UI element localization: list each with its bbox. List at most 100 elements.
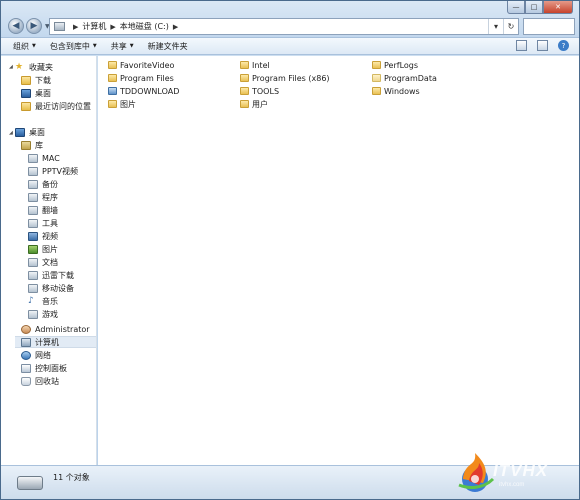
breadcrumb-computer[interactable]: 计算机 xyxy=(82,21,106,32)
nav-network[interactable]: 网络 xyxy=(21,349,96,361)
folder-icon xyxy=(372,61,381,69)
search-input[interactable] xyxy=(523,18,575,35)
view-controls: ? xyxy=(516,40,569,51)
nav-label: 桌面 xyxy=(29,127,45,137)
navigation-pane: ◢ ★ 收藏夹 下载 桌面 最近访问的位置 ◢ 桌面 库 MAC PPTV视频 … xyxy=(1,56,97,465)
folder-item[interactable]: TOOLS xyxy=(240,85,279,97)
breadcrumb-separator[interactable]: ▶ xyxy=(73,23,78,31)
nav-library-item[interactable]: 迅雷下载 xyxy=(28,269,96,281)
folder-item[interactable]: Windows xyxy=(372,85,420,97)
downloads-folder-icon xyxy=(21,75,31,85)
folder-item[interactable]: Intel xyxy=(240,59,270,71)
nav-library-item[interactable]: 视频 xyxy=(28,230,96,242)
chevron-down-icon: ▼ xyxy=(32,43,36,49)
back-arrow-icon: ◀ xyxy=(12,21,20,31)
folder-item[interactable]: Program Files xyxy=(108,72,174,84)
new-folder-button[interactable]: 新建文件夹 xyxy=(148,41,188,52)
nav-favorites[interactable]: ★ 收藏夹 xyxy=(15,61,96,73)
nav-library-item[interactable]: 备份 xyxy=(28,178,96,190)
nav-recycle-bin[interactable]: 回收站 xyxy=(21,375,96,387)
nav-label: 音乐 xyxy=(42,296,58,306)
hard-drive-icon xyxy=(17,475,43,490)
folder-item[interactable]: 图片 xyxy=(108,98,136,110)
refresh-icon: ↻ xyxy=(507,22,515,31)
nav-library-item[interactable]: 文档 xyxy=(28,256,96,268)
recycle-bin-icon xyxy=(21,376,31,386)
share-menu[interactable]: 共享 ▼ xyxy=(111,41,134,52)
forward-button[interactable]: ▶ xyxy=(26,18,42,34)
nav-library-item[interactable]: 翻墙 xyxy=(28,204,96,216)
nav-label: MAC xyxy=(42,153,60,163)
expand-arrow-icon[interactable]: ◢ xyxy=(9,64,13,70)
folder-name: ProgramData xyxy=(384,73,437,83)
nav-library-item[interactable]: 移动设备 xyxy=(28,282,96,294)
command-bar: 组织 ▼ 包含到库中 ▼ 共享 ▼ 新建文件夹 ? xyxy=(1,37,579,55)
nav-library[interactable]: 库 xyxy=(21,139,96,151)
nav-user[interactable]: Administrator xyxy=(21,323,96,335)
nav-item-recent-places[interactable]: 最近访问的位置 xyxy=(21,100,96,112)
nav-item-desktop-favorite[interactable]: 桌面 xyxy=(21,87,96,99)
breadcrumb-separator[interactable]: ▶ xyxy=(110,23,115,31)
item-count: 11 个对象 xyxy=(53,473,90,482)
nav-label: 移动设备 xyxy=(42,283,74,293)
folder-icon xyxy=(108,74,117,82)
folder-name: FavoriteVideo xyxy=(120,60,175,70)
folder-item[interactable]: ProgramData xyxy=(372,72,437,84)
nav-label: 图片 xyxy=(42,244,58,254)
breadcrumb-separator[interactable]: ▶ xyxy=(173,23,178,31)
nav-item-downloads[interactable]: 下载 xyxy=(21,74,96,86)
organize-menu[interactable]: 组织 ▼ xyxy=(13,41,36,52)
desktop-icon xyxy=(21,88,31,98)
address-dropdown-button[interactable]: ▾ xyxy=(488,19,503,34)
folder-name: Program Files (x86) xyxy=(252,73,330,83)
nav-label: 游戏 xyxy=(42,309,58,319)
back-button[interactable]: ◀ xyxy=(8,18,24,34)
folder-name: 用户 xyxy=(252,99,268,109)
folder-item[interactable]: FavoriteVideo xyxy=(108,59,174,71)
maximize-button[interactable]: □ xyxy=(525,1,543,14)
expand-arrow-icon[interactable]: ◢ xyxy=(9,130,13,136)
help-icon[interactable]: ? xyxy=(558,40,569,51)
folder-name: TDDOWNLOAD xyxy=(120,86,180,96)
folder-name: Intel xyxy=(252,60,270,70)
folder-icon xyxy=(240,100,249,108)
folder-item[interactable]: PerfLogs xyxy=(372,59,418,71)
close-button[interactable]: ✕ xyxy=(543,1,573,14)
folder-item[interactable]: 用户 xyxy=(240,98,268,110)
nav-label: 程序 xyxy=(42,192,58,202)
preview-pane-icon[interactable] xyxy=(537,40,548,51)
watermark-brand: ITVHX xyxy=(493,461,549,480)
nav-label: 最近访问的位置 xyxy=(35,101,91,111)
nav-label: 计算机 xyxy=(35,337,59,347)
desktop-icon xyxy=(15,127,25,137)
folder-item[interactable]: TDDOWNLOAD xyxy=(108,85,179,97)
refresh-button[interactable]: ↻ xyxy=(503,19,518,34)
nav-library-item[interactable]: 图片 xyxy=(28,243,96,255)
minimize-button[interactable]: — xyxy=(507,1,525,14)
nav-library-item[interactable]: 游戏 xyxy=(28,308,96,320)
address-bar[interactable]: ▶ 计算机 ▶ 本地磁盘 (C:) ▶ ▾ ↻ xyxy=(49,18,519,35)
nav-label: 库 xyxy=(35,140,43,150)
nav-library-item[interactable]: ♪ 音乐 xyxy=(28,295,96,307)
nav-computer[interactable]: 计算机 xyxy=(15,336,96,348)
nav-control-panel[interactable]: 控制面板 xyxy=(21,362,96,374)
folder-icon xyxy=(240,74,249,82)
nav-label: 桌面 xyxy=(35,88,51,98)
library-folder-icon xyxy=(28,283,38,293)
nav-label: 控制面板 xyxy=(35,363,67,373)
nav-library-item[interactable]: 程序 xyxy=(28,191,96,203)
breadcrumb-local-disk-c[interactable]: 本地磁盘 (C:) xyxy=(120,21,169,32)
nav-label: 工具 xyxy=(42,218,58,228)
nav-library-item[interactable]: MAC xyxy=(28,152,96,164)
include-in-library-menu[interactable]: 包含到库中 ▼ xyxy=(50,41,97,52)
folder-icon xyxy=(108,100,117,108)
nav-library-item[interactable]: PPTV视频 xyxy=(28,165,96,177)
nav-desktop[interactable]: 桌面 xyxy=(15,126,96,138)
nav-library-item[interactable]: 工具 xyxy=(28,217,96,229)
view-options-icon[interactable] xyxy=(516,40,527,51)
library-folder-icon xyxy=(28,218,38,228)
folder-item[interactable]: Program Files (x86) xyxy=(240,72,330,84)
folder-name: PerfLogs xyxy=(384,60,419,70)
folder-icon xyxy=(240,87,249,95)
share-label: 共享 xyxy=(110,41,127,51)
